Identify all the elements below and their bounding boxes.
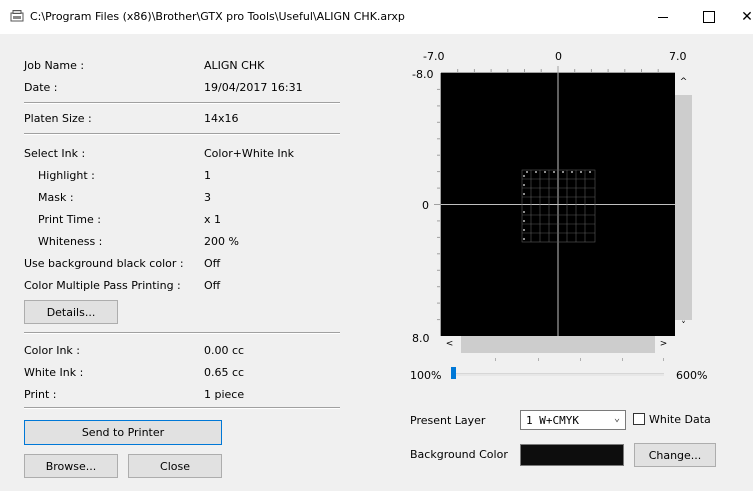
whiteness-value: 200 %	[204, 235, 239, 248]
maximize-icon	[703, 11, 715, 23]
scroll-right-icon[interactable]: >	[655, 339, 672, 349]
x-mid-label: 0	[555, 50, 562, 63]
preview-drawing	[441, 73, 675, 336]
print-time-label: Print Time :	[38, 213, 101, 226]
x-max-label: 7.0	[669, 50, 687, 63]
minimize-button[interactable]	[640, 0, 686, 34]
zoom-min-label: 100%	[410, 369, 442, 382]
white-ink-label: White Ink :	[24, 366, 84, 379]
whiteness-label: Whiteness :	[38, 235, 103, 248]
white-ink-value: 0.65 cc	[204, 366, 245, 379]
divider	[24, 332, 340, 334]
present-layer-label: Present Layer	[410, 414, 486, 427]
bg-black-label: Use background black color :	[24, 257, 184, 270]
minimize-icon	[658, 16, 668, 18]
divider	[24, 407, 340, 409]
multipass-value: Off	[204, 279, 221, 292]
background-color-label: Background Color	[410, 448, 508, 461]
date-label: Date :	[24, 81, 58, 94]
mask-value: 3	[204, 191, 211, 204]
bg-black-value: Off	[204, 257, 221, 270]
horizontal-scrollbar[interactable]: < >	[441, 336, 675, 353]
app-icon	[10, 10, 24, 22]
close-button[interactable]: Close	[128, 454, 222, 478]
white-data-label: White Data	[649, 413, 711, 426]
mask-label: Mask :	[38, 191, 74, 204]
change-color-button[interactable]: Change...	[634, 443, 716, 467]
slider-tick	[580, 358, 581, 361]
present-layer-value: 1 W+CMYK	[526, 413, 579, 427]
close-icon: ✕	[741, 9, 753, 25]
divider	[24, 102, 340, 104]
vertical-scroll-thumb[interactable]	[675, 95, 692, 320]
slider-tick	[495, 358, 496, 361]
print-time-value: x 1	[204, 213, 222, 226]
divider	[24, 133, 340, 135]
y-max-label: 8.0	[412, 332, 430, 345]
x-min-label: -7.0	[423, 50, 445, 63]
details-button[interactable]: Details...	[24, 300, 118, 324]
present-layer-select[interactable]: 1 W+CMYK ⌄	[520, 410, 626, 430]
browse-button[interactable]: Browse...	[24, 454, 118, 478]
scroll-down-icon[interactable]: ˅	[675, 321, 692, 331]
close-window-button[interactable]: ✕	[732, 0, 753, 34]
y-mid-label: 0	[422, 199, 429, 212]
date-value: 19/04/2017 16:31	[204, 81, 303, 94]
title-bar: C:\Program Files (x86)\Brother\GTX pro T…	[0, 0, 753, 34]
slider-tick	[663, 358, 664, 361]
multipass-label: Color Multiple Pass Printing :	[24, 279, 181, 292]
white-data-checkbox[interactable]	[633, 413, 645, 425]
platen-size-value: 14x16	[204, 112, 239, 125]
chevron-down-icon: ⌄	[613, 413, 620, 424]
horizontal-scroll-thumb[interactable]	[461, 336, 655, 353]
y-min-label: -8.0	[412, 68, 434, 81]
maximize-button[interactable]	[686, 0, 732, 34]
slider-tick	[538, 358, 539, 361]
select-ink-label: Select Ink :	[24, 147, 86, 160]
print-preview-canvas[interactable]	[441, 73, 675, 336]
color-ink-value: 0.00 cc	[204, 344, 245, 357]
highlight-value: 1	[204, 169, 211, 182]
window-title: C:\Program Files (x86)\Brother\GTX pro T…	[30, 10, 405, 23]
scroll-up-icon[interactable]: ^	[675, 77, 692, 87]
print-count-value: 1 piece	[204, 388, 245, 401]
scroll-left-icon[interactable]: <	[441, 339, 458, 349]
color-ink-label: Color Ink :	[24, 344, 81, 357]
job-name-label: Job Name :	[24, 59, 85, 72]
background-color-swatch	[520, 444, 624, 466]
job-name-value: ALIGN CHK	[204, 59, 265, 72]
print-count-label: Print :	[24, 388, 57, 401]
left-ruler	[434, 73, 441, 336]
alignment-marks	[523, 171, 591, 240]
zoom-slider-track[interactable]	[452, 373, 664, 376]
vertical-scrollbar[interactable]: ^ ˅	[675, 73, 692, 336]
send-to-printer-button[interactable]: Send to Printer	[24, 420, 222, 445]
zoom-slider-thumb[interactable]	[451, 367, 456, 379]
slider-tick	[622, 358, 623, 361]
top-ruler	[441, 66, 675, 73]
highlight-label: Highlight :	[38, 169, 95, 182]
select-ink-value: Color+White Ink	[204, 147, 295, 160]
platen-size-label: Platen Size :	[24, 112, 92, 125]
zoom-max-label: 600%	[676, 369, 708, 382]
